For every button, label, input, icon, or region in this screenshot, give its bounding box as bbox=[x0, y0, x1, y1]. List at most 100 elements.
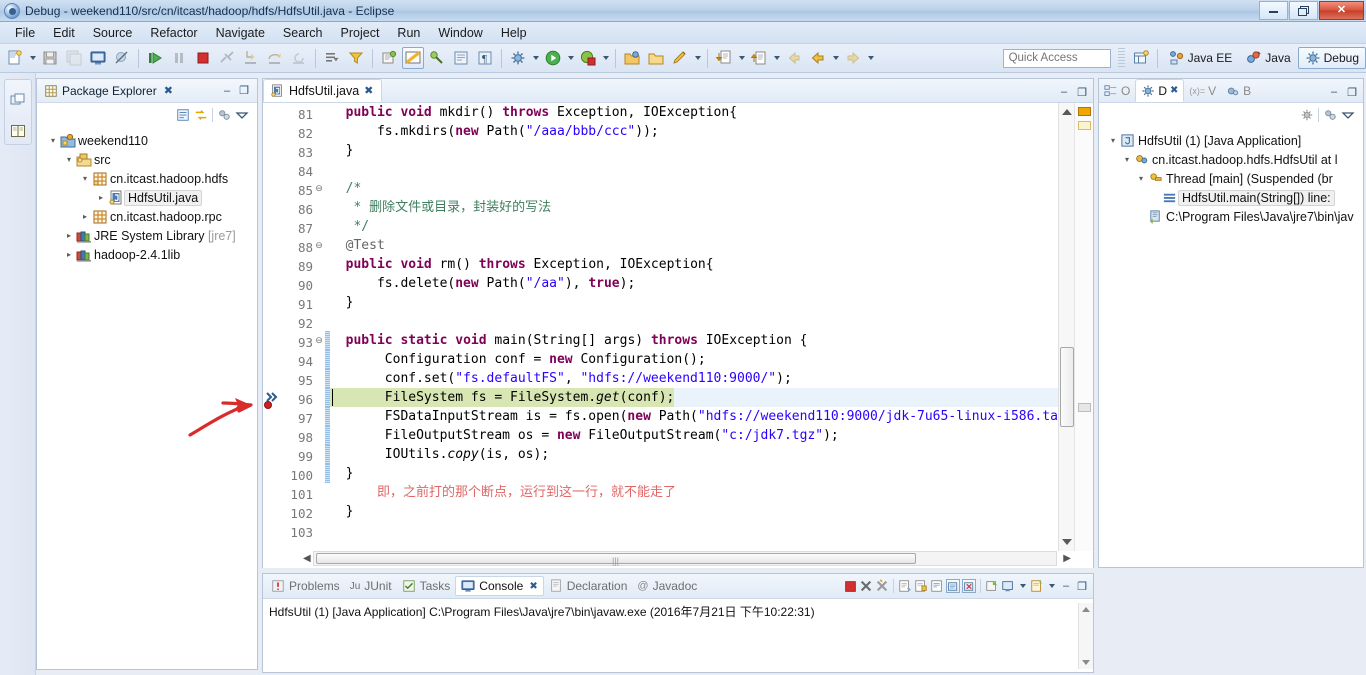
code-line[interactable] bbox=[330, 312, 1093, 331]
close-button[interactable]: ✕ bbox=[1319, 1, 1364, 20]
debug-tree-stackframe[interactable]: HdfsUtil.main(String[]) line: bbox=[1103, 188, 1363, 207]
marker-cell[interactable] bbox=[263, 312, 283, 331]
tree-item-jre-system-library[interactable]: ▸ JRE System Library [jre7] bbox=[41, 226, 257, 245]
skip-all-breakpoints-icon[interactable] bbox=[111, 47, 133, 69]
new-package-icon[interactable] bbox=[621, 47, 643, 69]
terminate-icon[interactable] bbox=[192, 47, 214, 69]
marker-cell[interactable] bbox=[263, 350, 283, 369]
new-wizard-icon[interactable] bbox=[4, 47, 26, 69]
code-line[interactable]: * 删除文件或目录，封装好的写法 bbox=[330, 198, 1093, 217]
code-line[interactable]: } bbox=[330, 464, 1093, 483]
link-debug-icon[interactable] bbox=[1323, 108, 1337, 122]
drop-to-frame-icon[interactable] bbox=[321, 47, 343, 69]
resume-icon[interactable] bbox=[144, 47, 166, 69]
console-icon[interactable] bbox=[87, 47, 109, 69]
editor-folding-column[interactable]: ⊖ ⊖ ⊖ bbox=[313, 103, 325, 568]
menu-file[interactable]: File bbox=[6, 24, 44, 42]
code-line[interactable]: fs.mkdirs(new Path("/aaa/bbb/ccc")); bbox=[330, 122, 1093, 141]
menu-navigate[interactable]: Navigate bbox=[207, 24, 274, 42]
collapse-all-icon[interactable] bbox=[176, 108, 190, 122]
toggle-mark-occurrences-icon[interactable] bbox=[402, 47, 424, 69]
marker-cell[interactable] bbox=[263, 236, 283, 255]
marker-cell[interactable] bbox=[263, 103, 283, 122]
code-line[interactable]: public void mkdir() throws Exception, IO… bbox=[330, 103, 1093, 122]
previous-annotation-icon[interactable] bbox=[748, 47, 770, 69]
back-history-dropdown-icon[interactable] bbox=[830, 47, 841, 69]
marker-cell[interactable] bbox=[263, 160, 283, 179]
twisty-icon[interactable]: ▾ bbox=[79, 174, 91, 183]
marker-cell[interactable] bbox=[263, 388, 283, 409]
editor-tab-hdfsutil[interactable]: HdfsUtil.java ✖ bbox=[263, 79, 383, 102]
next-annotation-icon[interactable] bbox=[713, 47, 735, 69]
minimize-icon[interactable]: – bbox=[1327, 85, 1341, 99]
marker-cell[interactable] bbox=[263, 502, 283, 521]
terminate-icon[interactable] bbox=[843, 579, 857, 593]
code-line[interactable]: Configuration conf = new Configuration()… bbox=[330, 350, 1093, 369]
restore-button[interactable] bbox=[1289, 1, 1318, 20]
menu-source[interactable]: Source bbox=[84, 24, 142, 42]
hscroll-left-icon[interactable]: ◀ bbox=[303, 553, 311, 564]
outline-view-icon[interactable] bbox=[7, 120, 29, 142]
tab-debug[interactable]: D ✖ bbox=[1135, 79, 1185, 102]
coverage-icon[interactable] bbox=[577, 47, 599, 69]
restore-view-icon[interactable] bbox=[7, 89, 29, 111]
marker-cell[interactable] bbox=[263, 407, 283, 426]
code-line[interactable]: } bbox=[330, 141, 1093, 160]
debug-filter-icon[interactable] bbox=[1300, 108, 1314, 122]
code-line[interactable] bbox=[330, 521, 1093, 540]
open-perspective-icon[interactable] bbox=[1130, 47, 1152, 69]
editor-horizontal-scrollbar[interactable]: ||| bbox=[313, 551, 1057, 566]
close-icon[interactable]: ✖ bbox=[364, 84, 373, 97]
debug-dropdown-icon[interactable] bbox=[530, 47, 541, 69]
quick-access-input[interactable] bbox=[1002, 48, 1111, 68]
marker-cell[interactable] bbox=[263, 217, 283, 236]
perspective-debug[interactable]: Debug bbox=[1297, 47, 1366, 69]
new-wizard-dropdown-icon[interactable] bbox=[27, 47, 38, 69]
marker-cell[interactable] bbox=[263, 483, 283, 502]
code-line[interactable]: FileSystem fs = FileSystem.get(conf); bbox=[330, 388, 1093, 407]
marker-cell[interactable] bbox=[263, 255, 283, 274]
marker-cell[interactable] bbox=[263, 293, 283, 312]
code-line[interactable]: } bbox=[330, 293, 1093, 312]
marker-cell[interactable] bbox=[263, 464, 283, 483]
external-tools-icon[interactable] bbox=[426, 47, 448, 69]
view-menu-icon[interactable] bbox=[235, 108, 249, 122]
marker-cell[interactable] bbox=[263, 521, 283, 540]
marker-cell[interactable] bbox=[263, 274, 283, 293]
code-line[interactable]: } bbox=[330, 502, 1093, 521]
edit-icon[interactable] bbox=[669, 47, 691, 69]
clear-console-icon[interactable] bbox=[898, 579, 912, 593]
console-dropdown-arrow-icon[interactable] bbox=[1017, 575, 1028, 597]
maximize-icon[interactable]: ❐ bbox=[1345, 85, 1359, 99]
view-menu-icon[interactable] bbox=[1341, 108, 1355, 122]
code-line[interactable]: fs.delete(new Path("/aa"), true); bbox=[330, 274, 1093, 293]
scroll-down-icon[interactable] bbox=[1082, 660, 1090, 665]
marker-cell[interactable] bbox=[263, 198, 283, 217]
save-icon[interactable] bbox=[39, 47, 61, 69]
tree-item-src[interactable]: ▾ src bbox=[41, 150, 257, 169]
tab-breakpoints[interactable]: B bbox=[1221, 79, 1256, 102]
minimize-icon[interactable]: – bbox=[220, 84, 234, 98]
tab-console[interactable]: Console ✖ bbox=[455, 576, 544, 596]
tab-junit[interactable]: Ju JUnit bbox=[345, 577, 397, 595]
menu-edit[interactable]: Edit bbox=[44, 24, 84, 42]
code-line[interactable]: IOUtils.copy(is, os); bbox=[330, 445, 1093, 464]
display-selected-console-icon[interactable] bbox=[962, 579, 976, 593]
marker-cell[interactable] bbox=[263, 141, 283, 160]
code-line[interactable]: public void rm() throws Exception, IOExc… bbox=[330, 255, 1093, 274]
twisty-icon[interactable]: ▾ bbox=[47, 136, 59, 145]
hscrollbar-thumb[interactable]: ||| bbox=[316, 553, 916, 566]
marker-cell[interactable] bbox=[263, 331, 283, 350]
tree-item-package-hdfs[interactable]: ▾ cn.itcast.hadoop.hdfs bbox=[41, 169, 257, 188]
tab-javadoc[interactable]: @ Javadoc bbox=[632, 577, 702, 595]
tree-item-weekend110[interactable]: ▾ weekend110 bbox=[41, 131, 257, 150]
marker-cell[interactable] bbox=[263, 426, 283, 445]
scroll-up-icon[interactable] bbox=[1082, 607, 1090, 612]
scroll-lock-icon[interactable] bbox=[914, 579, 928, 593]
twisty-icon[interactable]: ▾ bbox=[1121, 155, 1133, 164]
twisty-icon[interactable]: ▸ bbox=[79, 212, 91, 221]
code-line[interactable]: @Test bbox=[330, 236, 1093, 255]
code-line[interactable]: */ bbox=[330, 217, 1093, 236]
link-with-editor-icon[interactable] bbox=[194, 108, 208, 122]
remove-all-terminated-icon[interactable] bbox=[875, 579, 889, 593]
